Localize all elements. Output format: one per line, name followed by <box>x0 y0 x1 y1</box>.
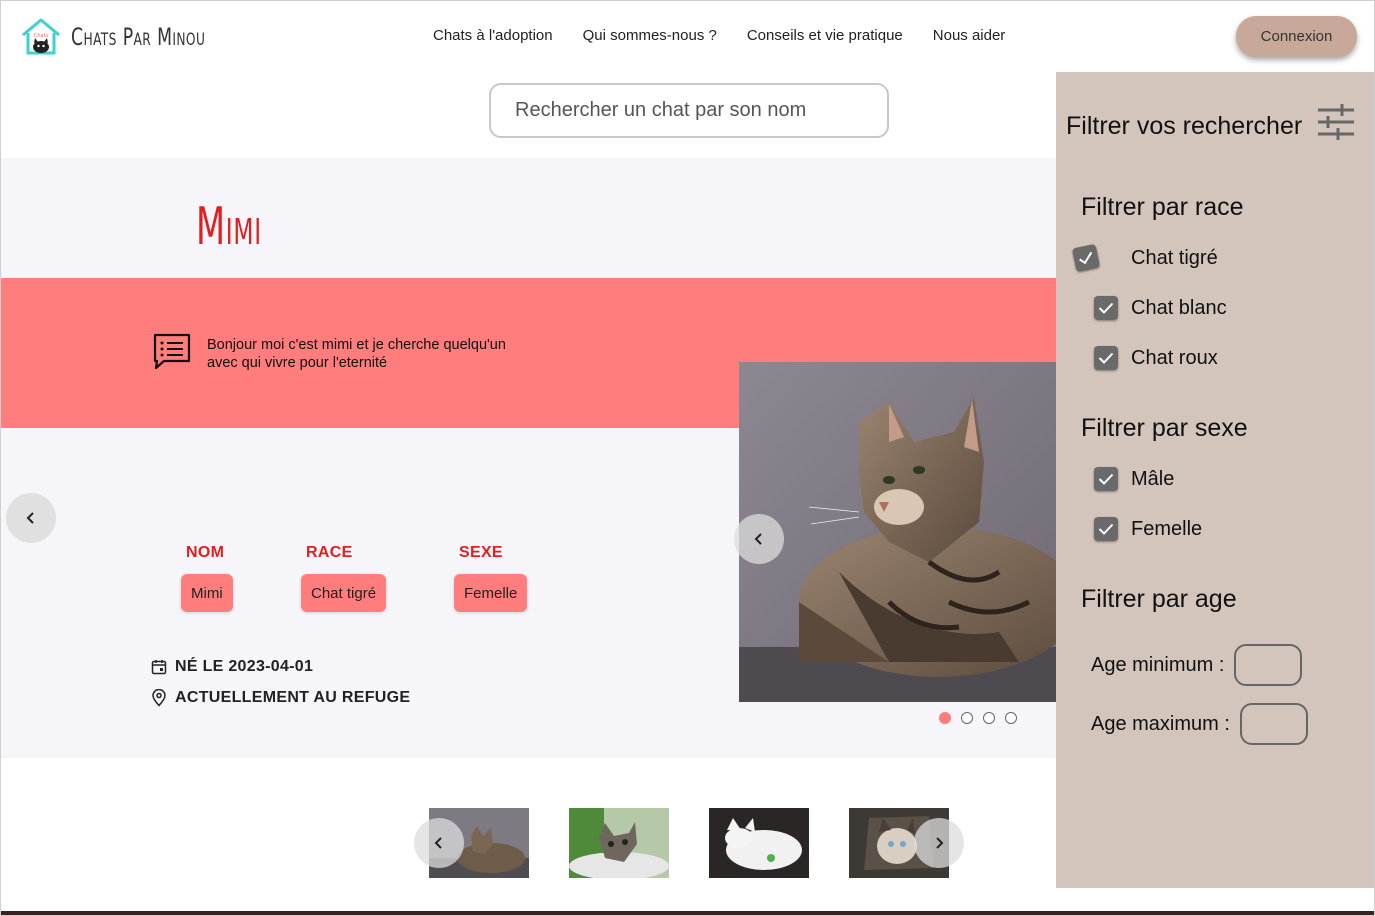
filter-panel: Filtrer vos rechercher Filtrer par race … <box>1056 72 1374 888</box>
check-icon <box>1098 523 1114 535</box>
nav-link-advice[interactable]: Conseils et vie pratique <box>747 27 903 44</box>
age-max-label: Age maximum : <box>1091 712 1230 735</box>
checkbox-checked[interactable] <box>1094 517 1118 541</box>
field-nom: NOM Mimi <box>181 544 233 612</box>
race-option-label: Chat tigré <box>1131 246 1218 269</box>
cat-name-title: Mimi <box>196 197 262 257</box>
message-icon <box>153 333 191 370</box>
cat-location: ACTUELLEMENT AU REFUGE <box>175 689 411 706</box>
sexe-option-label: Femelle <box>1131 517 1203 540</box>
filter-panel-title: Filtrer vos rechercher <box>1066 112 1303 140</box>
field-label-nom: NOM <box>186 544 225 561</box>
thumbnail-2[interactable] <box>569 808 669 878</box>
check-icon <box>1098 352 1114 364</box>
field-sexe: SEXE Femelle <box>454 544 528 612</box>
thumbnails-prev-button[interactable] <box>414 818 464 868</box>
field-label-sexe: SEXE <box>459 544 503 561</box>
check-icon <box>1098 302 1114 314</box>
photo-prev-button[interactable] <box>734 514 784 564</box>
login-button[interactable]: Connexion <box>1236 16 1357 57</box>
race-option-roux[interactable]: Chat roux <box>1094 346 1218 370</box>
nav-link-about[interactable]: Qui sommes-nous ? <box>583 27 717 44</box>
field-value-sexe: Femelle <box>454 574 528 612</box>
field-label-race: RACE <box>306 544 353 561</box>
chevron-right-icon <box>936 837 944 849</box>
location-pin-icon <box>152 689 166 707</box>
search-box <box>489 83 889 138</box>
race-option-label: Chat blanc <box>1131 296 1227 319</box>
age-max-input[interactable] <box>1239 703 1308 745</box>
calendar-icon <box>151 660 167 675</box>
age-filter-title: Filtrer par age <box>1081 585 1237 613</box>
nav-link-adoption[interactable]: Chats à l'adoption <box>433 27 553 44</box>
age-min-row: Age minimum : <box>1091 644 1303 686</box>
cat-message: Bonjour moi c'est mimi et je cherche que… <box>207 337 506 371</box>
page: Chats Chats Par Minou Chats à l'adoption… <box>0 0 1375 916</box>
race-filter-title: Filtrer par race <box>1081 193 1244 221</box>
header: Chats Chats Par Minou Chats à l'adoption… <box>1 1 1374 73</box>
sexe-option-label: Mâle <box>1131 467 1175 490</box>
cat-photo <box>739 362 1056 702</box>
sliders-icon[interactable] <box>1316 102 1356 142</box>
svg-text:Chats: Chats <box>34 33 49 39</box>
location-row: ACTUELLEMENT AU REFUGE <box>151 689 410 707</box>
search-input[interactable] <box>515 99 887 122</box>
carousel-dots <box>939 712 1017 724</box>
field-value-nom: Mimi <box>181 574 233 612</box>
checkbox-checked[interactable] <box>1094 467 1118 491</box>
race-option-tigre[interactable]: Chat tigré <box>1071 243 1218 273</box>
carousel-dot-1[interactable] <box>939 712 951 724</box>
race-option-label: Chat roux <box>1131 346 1218 369</box>
chevron-left-icon <box>26 512 34 524</box>
nav-link-help[interactable]: Nous aider <box>933 27 1006 44</box>
main-nav: Chats à l'adoption Qui sommes-nous ? Con… <box>433 27 1005 44</box>
carousel-dot-4[interactable] <box>1005 712 1017 724</box>
logo[interactable]: Chats Chats Par Minou <box>19 15 239 59</box>
previous-cat-button[interactable] <box>6 493 56 543</box>
check-icon <box>1098 473 1114 485</box>
age-min-input[interactable] <box>1234 644 1303 686</box>
carousel-dot-3[interactable] <box>983 712 995 724</box>
field-race: RACE Chat tigré <box>301 544 387 612</box>
sexe-filter-title: Filtrer par sexe <box>1081 414 1248 442</box>
logo-text: Chats Par Minou <box>71 23 206 51</box>
thumbnails-next-button[interactable] <box>914 818 964 868</box>
thumbnail-3[interactable] <box>709 808 809 878</box>
sexe-option-male[interactable]: Mâle <box>1094 467 1174 491</box>
checkbox-checked[interactable] <box>1094 346 1118 370</box>
chevron-left-icon <box>754 533 762 545</box>
birth-row: NÉ LE 2023-04-01 <box>151 658 313 676</box>
carousel-dot-2[interactable] <box>961 712 973 724</box>
birth-date: NÉ LE 2023-04-01 <box>175 658 314 675</box>
age-max-row: Age maximum : <box>1091 703 1308 745</box>
checkbox-checked[interactable] <box>1071 243 1101 273</box>
cat-thumbnails <box>429 808 949 878</box>
chevron-left-icon <box>434 837 442 849</box>
footer-bar <box>1 911 1374 915</box>
checkbox-checked[interactable] <box>1094 296 1118 320</box>
sexe-option-femelle[interactable]: Femelle <box>1094 517 1202 541</box>
race-option-blanc[interactable]: Chat blanc <box>1094 296 1227 320</box>
logo-house-cat-icon: Chats <box>19 15 63 59</box>
age-min-label: Age minimum : <box>1091 653 1225 676</box>
check-icon <box>1079 251 1093 265</box>
field-value-race: Chat tigré <box>301 574 387 612</box>
